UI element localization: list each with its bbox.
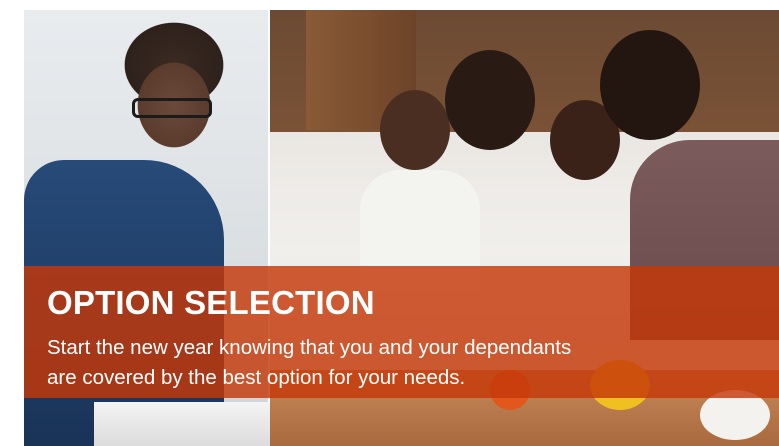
banner-title: OPTION SELECTION [47,284,375,321]
photo-desk-shape [94,402,284,446]
banner-description-line-2: are covered by the best option for your … [47,366,466,389]
hero-banner: OPTION SELECTION Start the new year know… [0,0,779,446]
photo-mother-head-shape [445,50,535,150]
photo-glasses-shape [132,98,212,118]
banner-description: Start the new year knowing that you and … [47,333,747,393]
photo-child-head-shape [380,90,450,170]
photo-father-head-shape [600,30,700,140]
banner-description-line-1: Start the new year knowing that you and … [47,336,572,359]
